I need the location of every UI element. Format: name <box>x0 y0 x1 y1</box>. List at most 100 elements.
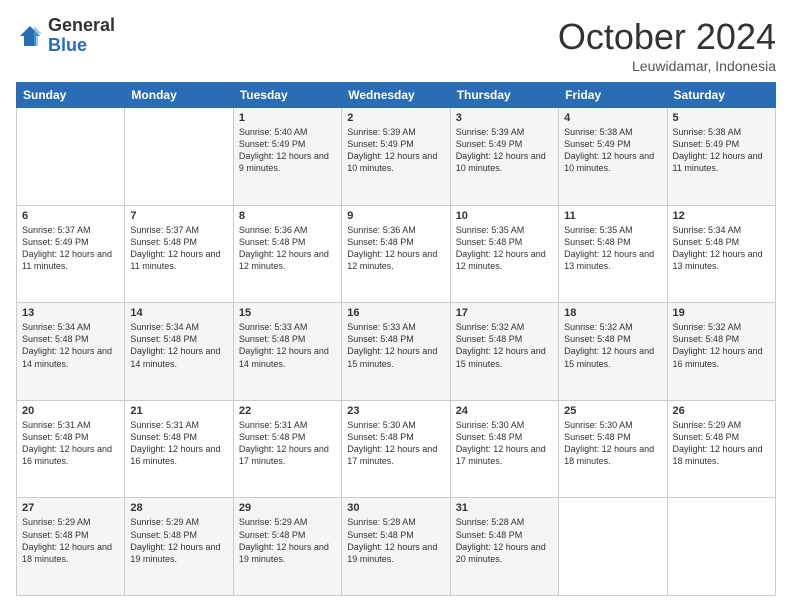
header-wednesday: Wednesday <box>342 83 450 108</box>
day-number: 17 <box>456 307 553 319</box>
day-number: 30 <box>347 502 444 514</box>
day-number: 3 <box>456 112 553 124</box>
day-number: 9 <box>347 210 444 222</box>
logo-icon <box>16 22 44 50</box>
week-row-5: 27 Sunrise: 5:29 AM Sunset: 5:48 PM Dayli… <box>17 498 776 596</box>
day-info: Sunrise: 5:29 AM Sunset: 5:48 PM Dayligh… <box>239 516 336 565</box>
day-info: Sunrise: 5:37 AM Sunset: 5:49 PM Dayligh… <box>22 224 119 273</box>
day-number: 13 <box>22 307 119 319</box>
day-info: Sunrise: 5:31 AM Sunset: 5:48 PM Dayligh… <box>239 419 336 468</box>
calendar-cell-4-5 <box>559 498 667 596</box>
day-number: 24 <box>456 405 553 417</box>
calendar-cell-0-2: 1Sunrise: 5:40 AM Sunset: 5:49 PM Daylig… <box>233 108 341 206</box>
day-info: Sunrise: 5:39 AM Sunset: 5:49 PM Dayligh… <box>347 126 444 175</box>
day-number: 21 <box>130 405 227 417</box>
logo-text: General Blue <box>48 16 115 56</box>
day-info: Sunrise: 5:38 AM Sunset: 5:49 PM Dayligh… <box>673 126 770 175</box>
calendar-cell-1-1: 7Sunrise: 5:37 AM Sunset: 5:48 PM Daylig… <box>125 205 233 303</box>
day-number: 18 <box>564 307 661 319</box>
logo-blue: Blue <box>48 36 115 56</box>
calendar-cell-4-6 <box>667 498 775 596</box>
day-number: 22 <box>239 405 336 417</box>
calendar-cell-2-0: 13 Sunrise: 5:34 AM Sunset: 5:48 PM Dayli… <box>17 303 125 401</box>
calendar-cell-4-2: 29Sunrise: 5:29 AM Sunset: 5:48 PM Dayli… <box>233 498 341 596</box>
day-number: 11 <box>564 210 661 222</box>
weekday-header-row: Sunday Monday Tuesday Wednesday Thursday… <box>17 83 776 108</box>
header: General Blue October 2024 Leuwidamar, In… <box>16 16 776 74</box>
day-info: Sunrise: 5:35 AM Sunset: 5:48 PM Dayligh… <box>564 224 661 273</box>
calendar-cell-0-3: 2 Sunrise: 5:39 AM Sunset: 5:49 PM Daylig… <box>342 108 450 206</box>
day-info: Sunrise: 5:30 AM Sunset: 5:48 PM Dayligh… <box>564 419 661 468</box>
day-number: 12 <box>673 210 770 222</box>
day-info: Sunrise: 5:34 AM Sunset: 5:48 PM Dayligh… <box>130 321 227 370</box>
header-thursday: Thursday <box>450 83 558 108</box>
calendar-cell-0-0 <box>17 108 125 206</box>
day-info: Sunrise: 5:32 AM Sunset: 5:48 PM Dayligh… <box>673 321 770 370</box>
day-info: Sunrise: 5:33 AM Sunset: 5:48 PM Dayligh… <box>347 321 444 370</box>
calendar-cell-3-0: 20Sunrise: 5:31 AM Sunset: 5:48 PM Dayli… <box>17 400 125 498</box>
day-number: 14 <box>130 307 227 319</box>
day-info: Sunrise: 5:34 AM Sunset: 5:48 PM Dayligh… <box>673 224 770 273</box>
header-friday: Friday <box>559 83 667 108</box>
calendar-cell-4-3: 30 Sunrise: 5:28 AM Sunset: 5:48 PM Dayli… <box>342 498 450 596</box>
calendar-cell-0-4: 3 Sunrise: 5:39 AM Sunset: 5:49 PM Daylig… <box>450 108 558 206</box>
week-row-1: 1Sunrise: 5:40 AM Sunset: 5:49 PM Daylig… <box>17 108 776 206</box>
calendar-cell-3-5: 25 Sunrise: 5:30 AM Sunset: 5:48 PM Dayli… <box>559 400 667 498</box>
day-number: 7 <box>130 210 227 222</box>
calendar-cell-2-6: 19 Sunrise: 5:32 AM Sunset: 5:48 PM Dayli… <box>667 303 775 401</box>
calendar-cell-1-2: 8 Sunrise: 5:36 AM Sunset: 5:48 PM Daylig… <box>233 205 341 303</box>
day-number: 5 <box>673 112 770 124</box>
calendar-cell-4-4: 31 Sunrise: 5:28 AM Sunset: 5:48 PM Dayli… <box>450 498 558 596</box>
day-number: 8 <box>239 210 336 222</box>
day-info: Sunrise: 5:32 AM Sunset: 5:48 PM Dayligh… <box>564 321 661 370</box>
calendar-cell-3-4: 24 Sunrise: 5:30 AM Sunset: 5:48 PM Dayli… <box>450 400 558 498</box>
day-info: Sunrise: 5:30 AM Sunset: 5:48 PM Dayligh… <box>347 419 444 468</box>
day-info: Sunrise: 5:28 AM Sunset: 5:48 PM Dayligh… <box>347 516 444 565</box>
day-info: Sunrise: 5:34 AM Sunset: 5:48 PM Dayligh… <box>22 321 119 370</box>
calendar-cell-1-4: 10Sunrise: 5:35 AM Sunset: 5:48 PM Dayli… <box>450 205 558 303</box>
day-number: 27 <box>22 502 119 514</box>
day-number: 2 <box>347 112 444 124</box>
calendar-cell-3-6: 26 Sunrise: 5:29 AM Sunset: 5:48 PM Dayli… <box>667 400 775 498</box>
calendar-cell-4-0: 27Sunrise: 5:29 AM Sunset: 5:48 PM Dayli… <box>17 498 125 596</box>
day-info: Sunrise: 5:31 AM Sunset: 5:48 PM Dayligh… <box>22 419 119 468</box>
calendar-table: Sunday Monday Tuesday Wednesday Thursday… <box>16 82 776 596</box>
header-sunday: Sunday <box>17 83 125 108</box>
title-section: October 2024 Leuwidamar, Indonesia <box>558 16 776 74</box>
week-row-4: 20Sunrise: 5:31 AM Sunset: 5:48 PM Dayli… <box>17 400 776 498</box>
calendar-cell-4-1: 28Sunrise: 5:29 AM Sunset: 5:48 PM Dayli… <box>125 498 233 596</box>
day-info: Sunrise: 5:35 AM Sunset: 5:48 PM Dayligh… <box>456 224 553 273</box>
calendar-cell-3-2: 22 Sunrise: 5:31 AM Sunset: 5:48 PM Dayli… <box>233 400 341 498</box>
day-info: Sunrise: 5:36 AM Sunset: 5:48 PM Dayligh… <box>347 224 444 273</box>
day-number: 6 <box>22 210 119 222</box>
day-info: Sunrise: 5:33 AM Sunset: 5:48 PM Dayligh… <box>239 321 336 370</box>
day-number: 4 <box>564 112 661 124</box>
day-info: Sunrise: 5:39 AM Sunset: 5:49 PM Dayligh… <box>456 126 553 175</box>
day-number: 31 <box>456 502 553 514</box>
calendar-cell-0-1 <box>125 108 233 206</box>
day-number: 25 <box>564 405 661 417</box>
calendar-cell-0-5: 4 Sunrise: 5:38 AM Sunset: 5:49 PM Daylig… <box>559 108 667 206</box>
logo: General Blue <box>16 16 115 56</box>
header-monday: Monday <box>125 83 233 108</box>
calendar-cell-0-6: 5 Sunrise: 5:38 AM Sunset: 5:49 PM Daylig… <box>667 108 775 206</box>
location-subtitle: Leuwidamar, Indonesia <box>558 58 776 74</box>
day-info: Sunrise: 5:30 AM Sunset: 5:48 PM Dayligh… <box>456 419 553 468</box>
day-number: 23 <box>347 405 444 417</box>
month-title: October 2024 <box>558 16 776 58</box>
day-info: Sunrise: 5:36 AM Sunset: 5:48 PM Dayligh… <box>239 224 336 273</box>
day-number: 26 <box>673 405 770 417</box>
calendar-cell-2-1: 14 Sunrise: 5:34 AM Sunset: 5:48 PM Dayli… <box>125 303 233 401</box>
header-saturday: Saturday <box>667 83 775 108</box>
day-info: Sunrise: 5:28 AM Sunset: 5:48 PM Dayligh… <box>456 516 553 565</box>
day-info: Sunrise: 5:32 AM Sunset: 5:48 PM Dayligh… <box>456 321 553 370</box>
day-number: 19 <box>673 307 770 319</box>
calendar-cell-2-5: 18 Sunrise: 5:32 AM Sunset: 5:48 PM Dayli… <box>559 303 667 401</box>
day-number: 28 <box>130 502 227 514</box>
day-info: Sunrise: 5:38 AM Sunset: 5:49 PM Dayligh… <box>564 126 661 175</box>
day-info: Sunrise: 5:29 AM Sunset: 5:48 PM Dayligh… <box>673 419 770 468</box>
calendar-cell-2-2: 15 Sunrise: 5:33 AM Sunset: 5:48 PM Dayli… <box>233 303 341 401</box>
calendar-page: General Blue October 2024 Leuwidamar, In… <box>0 0 792 612</box>
week-row-3: 13 Sunrise: 5:34 AM Sunset: 5:48 PM Dayli… <box>17 303 776 401</box>
day-number: 15 <box>239 307 336 319</box>
